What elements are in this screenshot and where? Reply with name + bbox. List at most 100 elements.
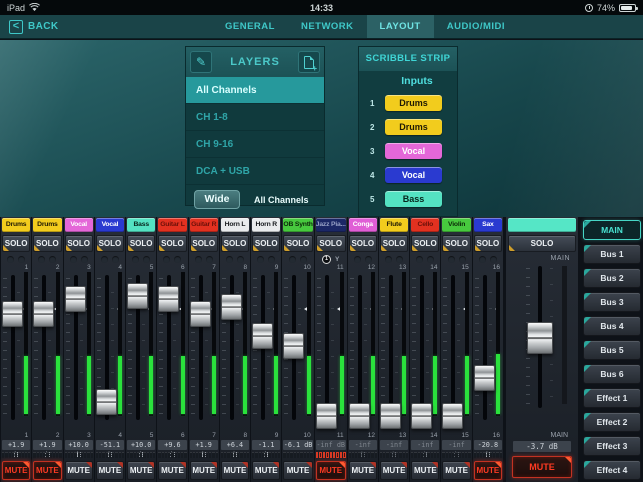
solo-button[interactable]: SOLO [411, 235, 439, 252]
tab-layout[interactable]: LAYOUT [367, 15, 434, 38]
channel-name-label[interactable]: Conga [349, 218, 377, 232]
channel-name-label[interactable]: Horn L [221, 218, 249, 232]
channel-name-label[interactable]: OB Synth [283, 218, 312, 232]
scribble-name-button[interactable]: Bass [385, 191, 442, 207]
mute-button[interactable]: MUTE [349, 461, 377, 480]
mute-button[interactable]: MUTE [411, 461, 439, 480]
bus-button-effect-3[interactable]: Effect 3 [583, 436, 641, 456]
channel-name-label[interactable]: Flute [380, 218, 408, 232]
bus-button-main[interactable]: MAIN [583, 220, 641, 240]
channel-name-label[interactable]: Vocal [96, 218, 124, 232]
mute-button[interactable]: MUTE [158, 461, 186, 480]
layer-item-dca-usb[interactable]: DCA + USB [186, 158, 324, 185]
channel-name-label[interactable]: Guitar R [190, 218, 218, 232]
solo-button[interactable]: SOLO [96, 235, 124, 252]
fader-handle[interactable] [411, 403, 432, 429]
tab-network[interactable]: NETWORK [288, 15, 367, 38]
mute-button[interactable]: MUTE [252, 461, 280, 480]
mute-button[interactable]: MUTE [316, 461, 346, 480]
send-indicator [184, 452, 186, 458]
main-channel-label[interactable] [508, 218, 576, 232]
solo-button[interactable]: SOLO [349, 235, 377, 252]
solo-button[interactable]: SOLO [65, 235, 93, 252]
mute-button[interactable]: MUTE [2, 461, 30, 480]
back-button[interactable]: < BACK [9, 15, 59, 38]
fader-handle[interactable] [65, 286, 86, 312]
solo-button[interactable]: SOLO [190, 235, 218, 252]
fader-handle[interactable] [158, 286, 179, 312]
channel-name-label[interactable]: Horn R [252, 218, 280, 232]
mute-button[interactable]: MUTE [190, 461, 218, 480]
tab-audio-midi[interactable]: AUDIO/MIDI [434, 15, 518, 38]
channel-name-label[interactable]: Bass [127, 218, 155, 232]
fader-db-value: -inf dB [380, 440, 408, 450]
channel-name-label[interactable]: Guitar L [158, 218, 186, 232]
layer-item-ch-1-8[interactable]: CH 1-8 [186, 104, 324, 131]
fader-handle[interactable] [316, 403, 337, 429]
fader-handle[interactable] [33, 301, 54, 327]
wide-button[interactable]: Wide [194, 190, 240, 209]
scribble-name-button[interactable]: Vocal [385, 167, 442, 183]
channel-name-label[interactable]: Sax [474, 218, 502, 232]
scribble-name-button[interactable]: Drums [385, 95, 442, 111]
solo-button[interactable]: SOLO [380, 235, 408, 252]
channel-name-label[interactable]: Drums [2, 218, 30, 232]
scribble-name-button[interactable]: Vocal [385, 143, 442, 159]
fader-handle[interactable] [380, 403, 401, 429]
scribble-row: 5Bass [359, 187, 457, 211]
fader-handle[interactable] [96, 389, 117, 415]
bus-button-bus-2[interactable]: Bus 2 [583, 268, 641, 288]
layer-item-ch-9-16[interactable]: CH 9-16 [186, 131, 324, 158]
channel-name-label[interactable]: Drums [33, 218, 61, 232]
mute-button[interactable]: MUTE [96, 461, 124, 480]
fader-handle[interactable] [252, 323, 273, 349]
add-layer-button[interactable] [298, 51, 320, 73]
fader-handle[interactable] [221, 294, 242, 320]
edit-layer-button[interactable]: ✎ [190, 51, 212, 73]
bus-button-bus-4[interactable]: Bus 4 [583, 316, 641, 336]
channel-name-label[interactable]: Violin [442, 218, 470, 232]
pan-indicator [18, 256, 25, 263]
solo-button[interactable]: SOLO [442, 235, 470, 252]
channel-name-label[interactable]: Vocal [65, 218, 93, 232]
solo-button[interactable]: SOLO [221, 235, 249, 252]
solo-button[interactable]: SOLO [2, 235, 30, 252]
channel-name-label[interactable]: Cello [411, 218, 439, 232]
solo-button[interactable]: SOLO [283, 235, 312, 252]
bus-button-bus-3[interactable]: Bus 3 [583, 292, 641, 312]
fader-handle[interactable] [283, 333, 304, 359]
channel-name-label[interactable]: Jazz Pia... [316, 218, 346, 232]
mute-button[interactable]: MUTE [380, 461, 408, 480]
solo-button[interactable]: SOLO [33, 235, 61, 252]
fader-handle[interactable] [2, 301, 23, 327]
main-fader-handle[interactable] [527, 322, 553, 354]
mute-button[interactable]: MUTE [442, 461, 470, 480]
bus-button-bus-5[interactable]: Bus 5 [583, 340, 641, 360]
mute-button[interactable]: MUTE [221, 461, 249, 480]
solo-button[interactable]: SOLO [474, 235, 502, 252]
solo-button[interactable]: SOLO [158, 235, 186, 252]
main-mute-button[interactable]: MUTE [512, 456, 572, 478]
bus-button-effect-1[interactable]: Effect 1 [583, 388, 641, 408]
mute-button[interactable]: MUTE [474, 461, 502, 480]
fader-handle[interactable] [442, 403, 463, 429]
main-solo-button[interactable]: SOLO [508, 235, 576, 252]
bus-button-bus-1[interactable]: Bus 1 [583, 244, 641, 264]
scribble-name-button[interactable]: Drums [385, 119, 442, 135]
fader-handle[interactable] [190, 301, 211, 327]
solo-button[interactable]: SOLO [316, 235, 346, 252]
solo-button[interactable]: SOLO [127, 235, 155, 252]
mute-button[interactable]: MUTE [65, 461, 93, 480]
mute-button[interactable]: MUTE [127, 461, 155, 480]
layer-item-all-channels[interactable]: All Channels [186, 77, 324, 104]
solo-button[interactable]: SOLO [252, 235, 280, 252]
fader-handle[interactable] [474, 365, 495, 391]
bus-button-effect-4[interactable]: Effect 4 [583, 460, 641, 480]
bus-button-bus-6[interactable]: Bus 6 [583, 364, 641, 384]
tab-general[interactable]: GENERAL [212, 15, 288, 38]
mute-button[interactable]: MUTE [33, 461, 61, 480]
fader-handle[interactable] [349, 403, 370, 429]
mute-button[interactable]: MUTE [283, 461, 312, 480]
fader-handle[interactable] [127, 283, 148, 309]
bus-button-effect-2[interactable]: Effect 2 [583, 412, 641, 432]
